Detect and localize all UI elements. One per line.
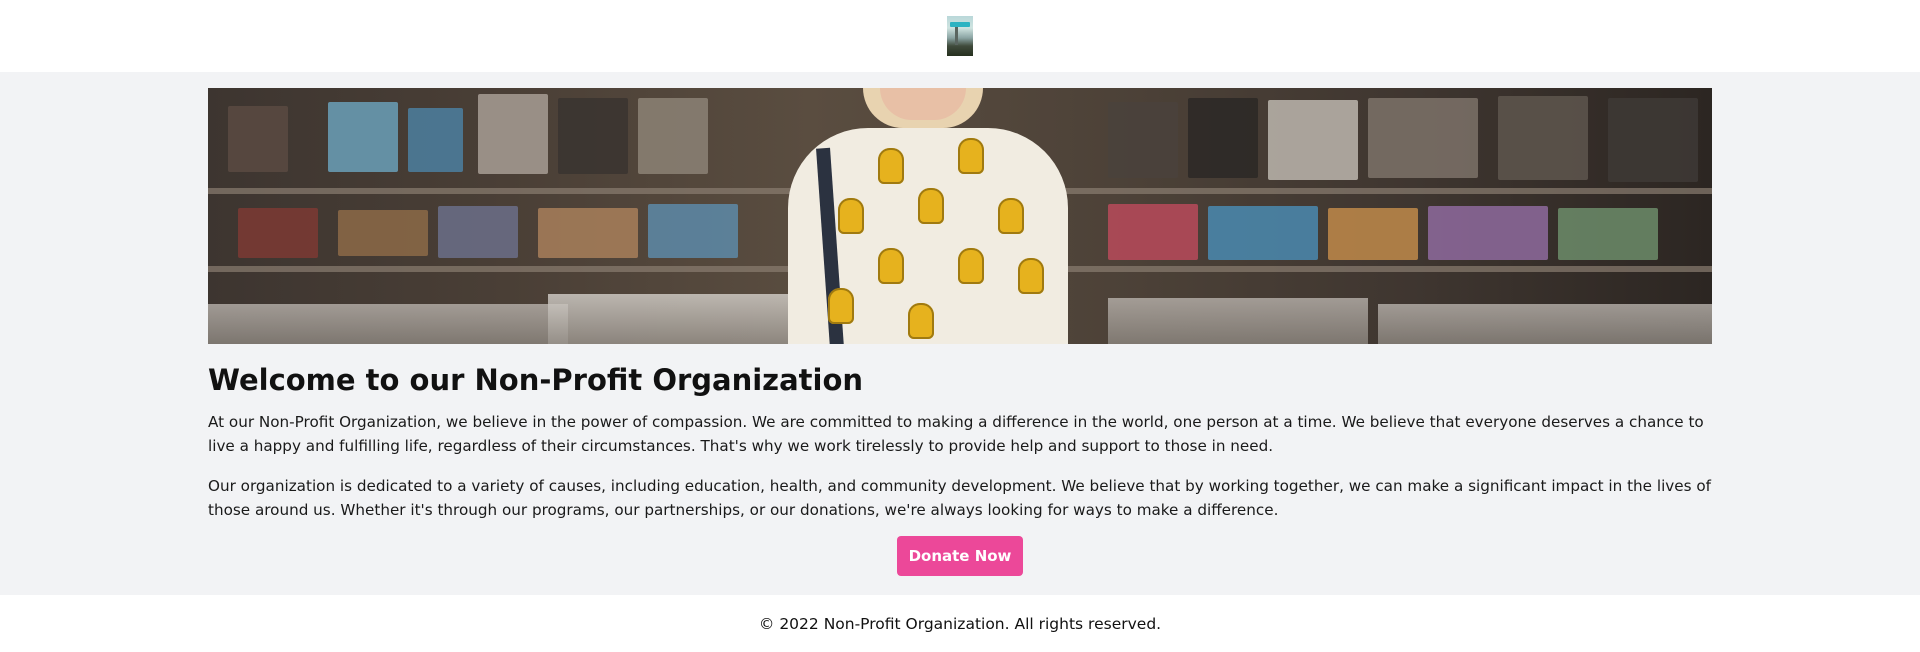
hero-person <box>768 88 1088 344</box>
donate-button[interactable]: Donate Now <box>897 536 1023 576</box>
causes-paragraph: Our organization is dedicated to a varie… <box>208 477 1712 519</box>
site-footer: © 2022 Non-Profit Organization. All righ… <box>0 595 1920 652</box>
logo-image-icon[interactable] <box>947 16 973 56</box>
main-content: Welcome to our Non-Profit Organization A… <box>0 72 1920 595</box>
intro-paragraph: At our Non-Profit Organization, we belie… <box>208 413 1704 455</box>
page-title: Welcome to our Non-Profit Organization <box>208 363 864 397</box>
donate-container: Donate Now <box>208 536 1712 576</box>
site-header <box>0 0 1920 72</box>
content-container: Welcome to our Non-Profit Organization A… <box>208 88 1712 576</box>
hero-image <box>208 88 1712 344</box>
copyright-text: © 2022 Non-Profit Organization. All righ… <box>758 614 1162 633</box>
